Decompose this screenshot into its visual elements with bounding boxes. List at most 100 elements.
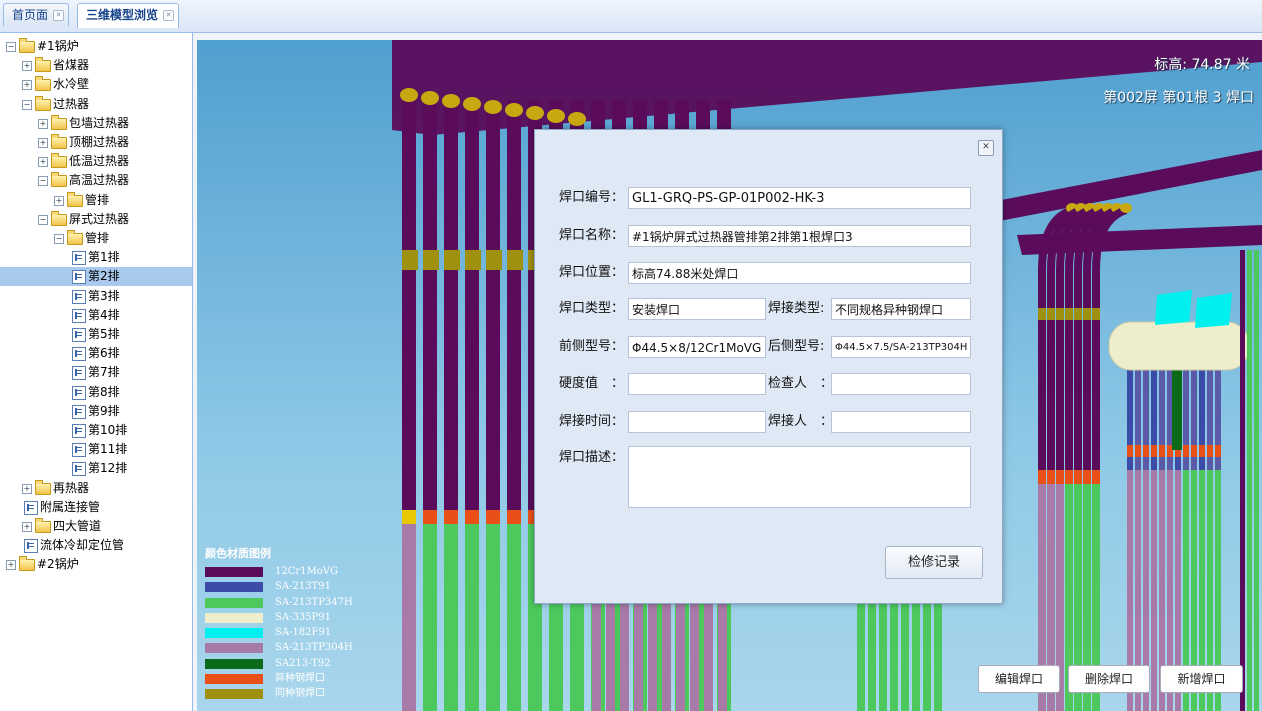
weld-time-field[interactable] [628, 411, 766, 433]
collapse-icon[interactable]: − [38, 176, 48, 187]
weld-marker [1183, 445, 1189, 457]
legend-label: SA-213TP304H [275, 642, 353, 654]
close-icon[interactable]: ✕ [163, 10, 175, 21]
list-icon [72, 462, 86, 477]
weld-desc-textarea[interactable] [628, 446, 971, 508]
tree-node[interactable]: 流体冷却定位管 [0, 536, 192, 555]
tree-node[interactable]: + 四大管道 [0, 517, 192, 536]
expand-icon[interactable]: + [6, 560, 16, 571]
tree-node-label: 顶棚过热器 [69, 135, 130, 149]
expand-icon[interactable]: + [38, 118, 48, 129]
weld-no-field[interactable]: GL1-GRQ-PS-GP-01P002-HK-3 [628, 187, 971, 209]
legend-swatch [205, 597, 263, 608]
collapse-icon[interactable]: − [22, 99, 32, 110]
tree-node-label: 第12排 [88, 461, 128, 476]
tube-far [1240, 250, 1245, 711]
welder-field[interactable] [831, 411, 971, 433]
list-icon [72, 328, 86, 342]
expand-icon[interactable]: + [38, 157, 48, 168]
tree-node[interactable]: + 低温过热器 [0, 152, 192, 171]
tree-node[interactable]: 第1排 [0, 248, 192, 267]
close-icon[interactable]: ✕ [53, 10, 65, 21]
tree-node[interactable]: − #1锅炉 [0, 37, 192, 56]
tab-home[interactable]: 首页面 ✕ [3, 3, 70, 26]
tree-node[interactable]: 第7排 [0, 363, 192, 382]
weld-marker [465, 250, 481, 270]
tube-lower [402, 520, 416, 711]
inspector-label: 检查人 ： [768, 376, 834, 391]
tree-node[interactable]: 第9排 [0, 402, 192, 421]
tube-lower [634, 600, 643, 711]
hardness-field[interactable] [628, 373, 766, 395]
weld-name-field[interactable]: #1锅炉屏式过热器管排第2排第1根焊口3 [628, 225, 971, 247]
legend-item: 12Cr1MoVG [205, 565, 365, 580]
tree-node[interactable]: − 屏式过热器 [0, 210, 192, 229]
legend-label: SA-213TP347H [275, 596, 353, 608]
edit-weld-button[interactable]: 编辑焊口 [978, 665, 1060, 693]
expand-icon[interactable]: + [54, 195, 64, 206]
tube-lower [465, 520, 479, 711]
tree-node[interactable]: 第12排 [0, 459, 192, 478]
tree-node[interactable]: − 高温过热器 [0, 171, 192, 190]
expand-icon[interactable]: + [22, 61, 32, 72]
collapse-icon[interactable]: − [38, 214, 48, 225]
legend-label: SA-335P91 [275, 611, 331, 623]
rear-model-field[interactable]: Φ44.5×7.5/SA-213TP304H [831, 336, 971, 358]
weld-marker [402, 510, 416, 524]
tree-node[interactable]: + #2锅炉 [0, 555, 192, 574]
tree-node-label: 流体冷却定位管 [40, 538, 125, 553]
tree-node[interactable]: + 省煤器 [0, 56, 192, 75]
tree-node[interactable]: 第6排 [0, 344, 192, 363]
tree-node[interactable]: + 顶棚过热器 [0, 133, 192, 152]
weld-marker [423, 510, 437, 524]
tube-lower [606, 600, 615, 711]
add-weld-button[interactable]: 新增焊口 [1160, 665, 1243, 693]
tube-lower [901, 600, 909, 711]
tree-node-label: 第6排 [88, 346, 120, 361]
tab-3d-model[interactable]: 三维模型浏览 ✕ [77, 3, 180, 28]
weld-marker [1065, 308, 1073, 320]
inspector-field[interactable] [831, 373, 971, 395]
tube-upper [402, 100, 416, 520]
tree-node[interactable]: 第2排 [0, 267, 192, 287]
tree-node[interactable]: 第5排 [0, 325, 192, 344]
weld-marker [444, 510, 458, 524]
weld-time-label: 焊接时间： [559, 414, 625, 429]
tube-lower [648, 600, 657, 711]
tree-node[interactable]: 附属连接管 [0, 498, 192, 517]
front-model-field[interactable]: Φ44.5×8/12Cr1MoVG [628, 336, 766, 358]
expand-icon[interactable]: + [22, 522, 32, 532]
tree-node[interactable]: 第4排 [0, 306, 192, 325]
weld-marker [1159, 445, 1165, 457]
weld-position-field[interactable]: 标高74.88米处焊口 [628, 262, 971, 284]
tree-node-label: 过热器 [53, 96, 90, 111]
tree-node[interactable]: − 管排 [0, 229, 192, 248]
tube-cap [547, 109, 565, 123]
weld-marker [402, 250, 418, 270]
tree-node[interactable]: 第11排 [0, 440, 192, 459]
weld-type-field[interactable]: 安装焊口 [628, 298, 766, 320]
position-readout: 第002屏 第01根 3 焊口 [1103, 90, 1254, 106]
tree-node[interactable]: 第8排 [0, 383, 192, 402]
close-icon[interactable]: ✕ [978, 140, 994, 156]
expand-icon[interactable]: + [22, 80, 32, 91]
tree-node-label: 再热器 [53, 480, 90, 495]
tree-node[interactable]: + 水冷壁 [0, 75, 192, 94]
tube-cap [526, 106, 544, 120]
repair-record-button[interactable]: 检修记录 [885, 546, 983, 579]
tree-node[interactable]: + 包墙过热器 [0, 114, 192, 133]
collapse-icon[interactable]: − [6, 42, 16, 52]
collapse-icon[interactable]: − [54, 234, 64, 244]
tree-node[interactable]: 第10排 [0, 421, 192, 440]
expand-icon[interactable]: + [38, 138, 48, 148]
tree-node[interactable]: + 再热器 [0, 479, 192, 498]
legend-swatch [205, 612, 263, 623]
tree-node[interactable]: − 过热器 [0, 95, 192, 114]
join-type-field[interactable]: 不同规格异种钢焊口 [831, 298, 971, 320]
delete-weld-button[interactable]: 删除焊口 [1068, 665, 1150, 693]
expand-icon[interactable]: + [22, 483, 32, 494]
tree-node-label: 第2排 [88, 269, 120, 284]
legend-item: SA213-T92 [205, 657, 365, 672]
tree-node[interactable]: + 管排 [0, 191, 192, 210]
tree-node[interactable]: 第3排 [0, 287, 192, 306]
